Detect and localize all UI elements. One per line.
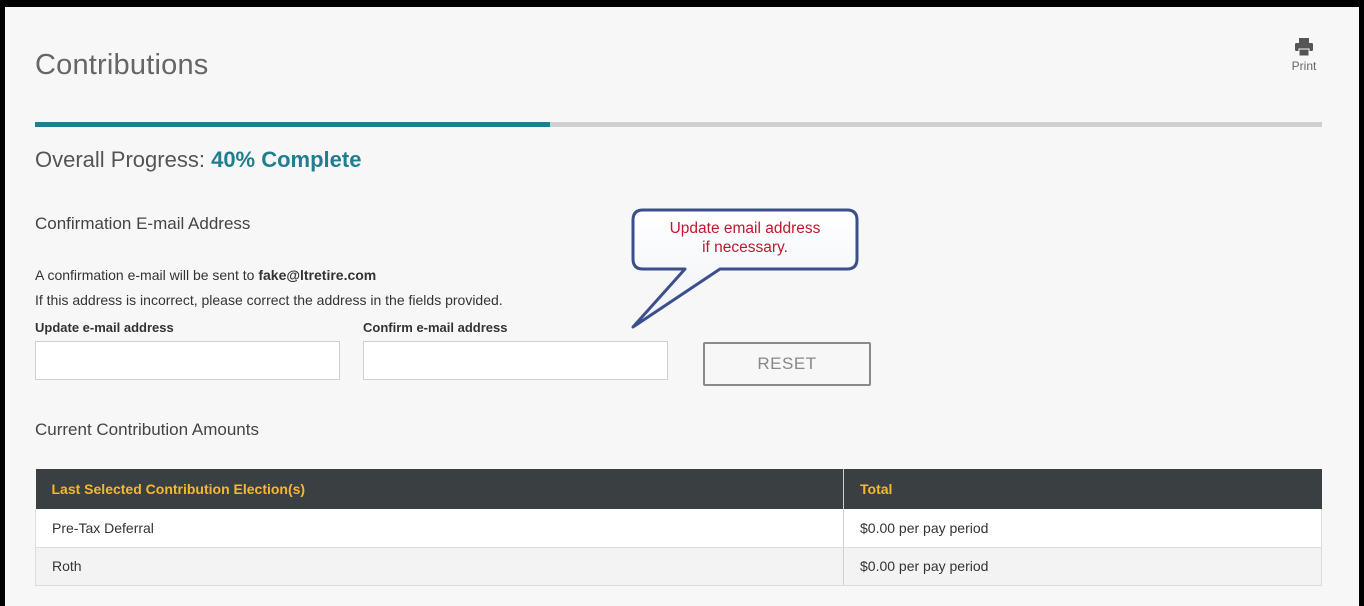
callout-line-2: if necessary. [702,239,788,256]
current-contributions-heading: Current Contribution Amounts [35,420,259,439]
progress-bar-fill [35,122,550,127]
progress-percent: 40% Complete [211,147,362,172]
print-label: Print [1291,59,1317,73]
total-cell: $0.00 per pay period [843,547,1322,586]
table-header-row: Last Selected Contribution Election(s) T… [35,469,1322,509]
contributions-panel: Contributions Print Overall Progress: 40… [5,7,1359,606]
confirmation-instruction: If this address is incorrect, please cor… [35,292,503,308]
printer-icon [1295,38,1313,57]
update-email-input[interactable] [35,341,340,380]
column-header-election: Last Selected Contribution Election(s) [35,469,844,509]
confirmation-email-value: fake@ltretire.com [258,267,377,283]
column-header-total: Total [843,469,1322,509]
callout-line-1: Update email address [669,220,821,237]
progress-label: Overall Progress: [35,147,205,172]
confirmation-email-heading: Confirmation E-mail Address [35,214,251,233]
reset-button[interactable]: RESET [703,342,871,386]
email-update-callout: Update email address if necessary. [585,207,865,337]
callout-text: Update email address if necessary. [635,219,855,257]
overall-progress-text: Overall Progress: 40% Complete [35,147,361,173]
election-cell: Pre-Tax Deferral [35,509,844,548]
contributions-table: Last Selected Contribution Election(s) T… [35,469,1322,586]
election-cell: Roth [35,547,844,586]
confirmation-sent-prefix: A confirmation e-mail will be sent to [35,267,255,283]
confirm-email-label: Confirm e-mail address [363,320,508,335]
confirmation-sent-line: A confirmation e-mail will be sent to fa… [35,267,376,283]
print-button[interactable]: Print [1287,37,1321,81]
confirm-email-input[interactable] [363,341,668,380]
update-email-label: Update e-mail address [35,320,174,335]
total-cell: $0.00 per pay period [843,509,1322,548]
page-title: Contributions [35,49,209,81]
progress-bar [35,122,1322,127]
table-row: Pre-Tax Deferral $0.00 per pay period [35,509,1322,548]
table-row: Roth $0.00 per pay period [35,547,1322,586]
